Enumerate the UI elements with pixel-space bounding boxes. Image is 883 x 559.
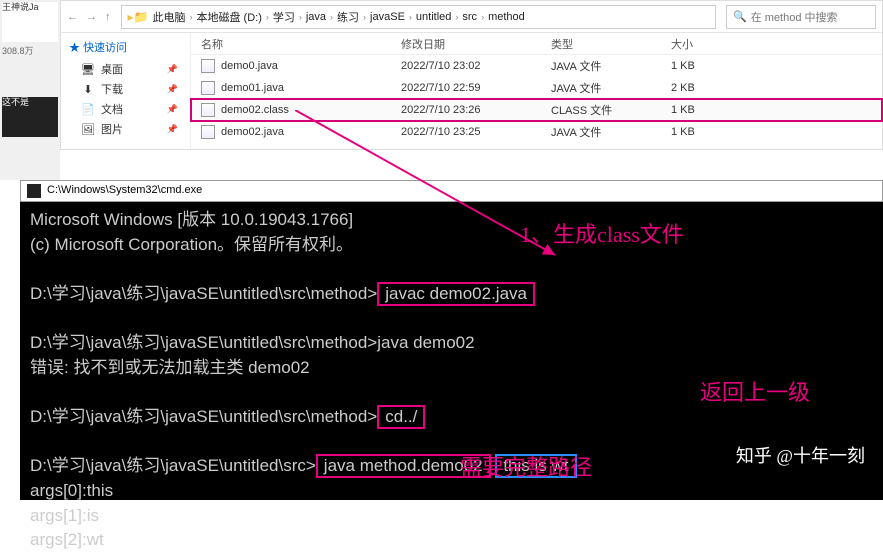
file-date: 2022/7/10 23:25 [401, 126, 551, 138]
nav-item-downloads[interactable]: ⬇下载📌 [69, 79, 182, 99]
forward-button[interactable]: → [86, 11, 97, 23]
cmd-title-text: C:\Windows\System32\cmd.exe [47, 183, 202, 199]
cmd-prompt: D:\学习\java\练习\javaSE\untitled\src> [30, 456, 316, 475]
cmd-output[interactable]: Microsoft Windows [版本 10.0.19043.1766] (… [20, 202, 883, 559]
file-row[interactable]: demo02.java 2022/7/10 23:25JAVA 文件1 KB [191, 121, 882, 143]
cmd-line: args[2]:wt [30, 530, 104, 549]
cmd-line: args[1]:is [30, 506, 99, 525]
thumb-caption: 这不是 [2, 97, 58, 137]
highlight-run: java method.demo02 [316, 454, 491, 478]
crumb[interactable]: java [306, 11, 326, 23]
pin-icon: 📌 [167, 104, 178, 115]
file-size: 1 KB [671, 126, 751, 138]
file-type: JAVA 文件 [551, 58, 671, 74]
file-icon [201, 81, 215, 95]
file-name: demo01.java [221, 82, 284, 94]
file-date: 2022/7/10 23:26 [401, 104, 551, 116]
cmd-prompt: D:\学习\java\练习\javaSE\untitled\src\method… [30, 407, 377, 426]
attribution: 知乎 @十年一刻 [736, 442, 865, 468]
document-icon: 📄 [81, 103, 95, 116]
file-type: CLASS 文件 [551, 102, 671, 118]
file-type: JAVA 文件 [551, 80, 671, 96]
crumb[interactable]: 学习 [273, 9, 295, 25]
crumb[interactable]: method [488, 11, 525, 23]
thumb-sub: 308.8万 [2, 46, 58, 57]
cmd-icon [27, 184, 41, 198]
cmd-error: 错误: 找不到或无法加载主类 demo02 [30, 358, 310, 377]
file-icon [201, 125, 215, 139]
file-row[interactable]: demo0.java 2022/7/10 23:02JAVA 文件1 KB [191, 55, 882, 77]
pin-icon: 📌 [167, 84, 178, 95]
cmd-line: (c) Microsoft Corporation。保留所有权利。 [30, 235, 353, 254]
crumb[interactable]: javaSE [370, 11, 405, 23]
file-list: 名称 修改日期 类型 大小 demo0.java2022/7/10 23:02J… [191, 33, 882, 149]
search-placeholder: 在 method 中搜索 [751, 9, 838, 25]
folder-icon: ▸📁 [128, 10, 149, 24]
cmd-prompt: D:\学习\java\练习\javaSE\untitled\src\method… [30, 284, 377, 303]
back-button[interactable]: ← [67, 11, 78, 23]
file-date: 2022/7/10 22:59 [401, 82, 551, 94]
cmd-line: Microsoft Windows [版本 10.0.19043.1766] [30, 210, 353, 229]
file-size: 1 KB [671, 104, 751, 116]
nav-arrows: ← → ↑ [61, 11, 117, 23]
crumb[interactable]: 本地磁盘 (D:) [196, 9, 261, 25]
col-name[interactable]: 名称 [201, 36, 401, 52]
cmd-line: args[0]:this [30, 481, 113, 500]
pin-icon: 📌 [167, 124, 178, 135]
file-date: 2022/7/10 23:02 [401, 60, 551, 72]
file-row[interactable]: demo02.class 2022/7/10 23:26CLASS 文件1 KB [191, 99, 882, 121]
background-window-strip: 王神说Ja 308.8万 这不是 [0, 0, 60, 180]
download-icon: ⬇ [81, 83, 95, 96]
crumb[interactable]: untitled [416, 11, 451, 23]
file-type: JAVA 文件 [551, 124, 671, 140]
file-name: demo02.java [221, 126, 284, 138]
file-name: demo0.java [221, 60, 278, 72]
explorer-toolbar: ← → ↑ ▸📁 此电脑› 本地磁盘 (D:)› 学习› java› 练习› j… [61, 1, 882, 33]
file-list-header[interactable]: 名称 修改日期 类型 大小 [191, 33, 882, 55]
nav-item-desktop[interactable]: 🖥桌面📌 [69, 59, 182, 79]
picture-icon: 🖼 [81, 123, 95, 136]
cmd-line: java demo02 [377, 333, 474, 352]
crumb[interactable]: 此电脑 [152, 9, 185, 25]
nav-pane: ★ 快速访问 🖥桌面📌 ⬇下载📌 📄文档📌 🖼图片📌 [61, 33, 191, 149]
highlight-cd: cd../ [377, 405, 425, 429]
thumb-title: 王神说Ja [2, 2, 58, 42]
up-button[interactable]: ↑ [105, 11, 111, 23]
cmd-prompt: D:\学习\java\练习\javaSE\untitled\src\method… [30, 333, 377, 352]
search-icon: 🔍 [733, 10, 747, 23]
desktop-icon: 🖥 [81, 63, 95, 76]
file-size: 2 KB [671, 82, 751, 94]
nav-item-pictures[interactable]: 🖼图片📌 [69, 119, 182, 139]
file-icon [201, 103, 215, 117]
file-row[interactable]: demo01.java 2022/7/10 22:59JAVA 文件2 KB [191, 77, 882, 99]
highlight-compile: javac demo02.java [377, 282, 535, 306]
file-icon [201, 59, 215, 73]
highlight-output: this is wt [495, 454, 576, 478]
search-input[interactable]: 🔍 在 method 中搜索 [726, 5, 876, 29]
crumb[interactable]: 练习 [337, 9, 359, 25]
pin-icon: 📌 [167, 64, 178, 75]
cmd-titlebar[interactable]: C:\Windows\System32\cmd.exe [20, 180, 883, 202]
crumb[interactable]: src [462, 11, 477, 23]
file-name: demo02.class [221, 104, 289, 116]
file-explorer-window: ← → ↑ ▸📁 此电脑› 本地磁盘 (D:)› 学习› java› 练习› j… [60, 0, 883, 150]
file-size: 1 KB [671, 60, 751, 72]
col-type[interactable]: 类型 [551, 36, 671, 52]
nav-group-quick-access[interactable]: ★ 快速访问 [69, 39, 182, 55]
breadcrumb[interactable]: ▸📁 此电脑› 本地磁盘 (D:)› 学习› java› 练习› javaSE›… [121, 5, 717, 29]
nav-item-documents[interactable]: 📄文档📌 [69, 99, 182, 119]
col-size[interactable]: 大小 [671, 36, 751, 52]
col-date[interactable]: 修改日期 [401, 36, 551, 52]
